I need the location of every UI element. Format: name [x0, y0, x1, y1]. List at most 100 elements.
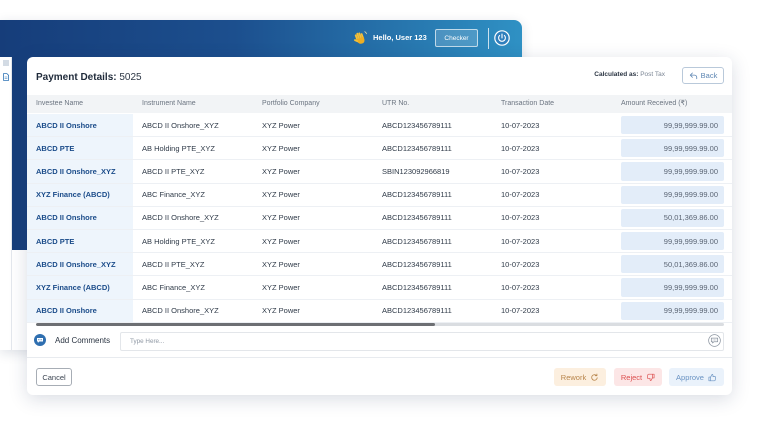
chat-bubbles-icon[interactable]: [708, 334, 721, 347]
instrument-name-text: ABCD II Onshore_XYZ: [142, 213, 219, 223]
transaction-date-text: 10-07-2023: [501, 143, 540, 153]
investee-name-text[interactable]: ABCD II Onshore: [36, 213, 97, 222]
amount-received-text: 99,99,999.99.00: [621, 139, 724, 158]
investee-name-text[interactable]: XYZ Finance (ABCD): [36, 283, 110, 292]
footer-divider: [27, 357, 732, 358]
instrument-name-text: AB Holding PTE_XYZ: [142, 236, 215, 246]
investee-name-cell[interactable]: ABCD PTE: [27, 137, 133, 160]
rework-button[interactable]: Rework: [554, 368, 606, 386]
utr-number-text: ABCD123456789111: [382, 213, 452, 223]
investee-name-cell[interactable]: XYZ Finance (ABCD): [27, 183, 133, 206]
transaction-date-text: 10-07-2023: [501, 190, 540, 200]
thumbs-down-icon: [647, 373, 655, 381]
power-icon[interactable]: [494, 30, 510, 46]
transaction-date-cell: 10-07-2023: [492, 253, 612, 275]
investee-name-cell[interactable]: ABCD II Onshore: [27, 206, 133, 229]
transaction-date-cell: 10-07-2023: [492, 184, 612, 206]
investee-name-text[interactable]: XYZ Finance (ABCD): [36, 190, 110, 199]
cancel-button[interactable]: Cancel: [36, 368, 72, 386]
transaction-date-cell: 10-07-2023: [492, 207, 612, 229]
investee-name-text[interactable]: ABCD II Onshore_XYZ: [36, 260, 116, 269]
payment-id: 5025: [119, 72, 142, 83]
transaction-date-text: 10-07-2023: [501, 282, 540, 292]
instrument-name-cell: ABCD II PTE_XYZ: [133, 160, 253, 182]
amount-received-cell: 99,99,999.99.00: [612, 184, 732, 206]
investee-name-cell[interactable]: ABCD II Onshore_XYZ: [27, 160, 133, 183]
investee-name-text[interactable]: ABCD II Onshore: [36, 306, 97, 315]
portfolio-company-text: XYZ Power: [262, 259, 300, 269]
amount-received-text: 50,01,369.86.00: [621, 208, 724, 227]
utr-number-text: ABCD123456789111: [382, 120, 452, 130]
portfolio-company-cell: XYZ Power: [253, 184, 373, 206]
instrument-name-text: ABC Finance_XYZ: [142, 282, 205, 292]
transaction-date-cell: 10-07-2023: [492, 137, 612, 159]
amount-received-text: 99,99,999.99.00: [621, 185, 724, 204]
header-divider: [488, 28, 489, 49]
utr-number-cell: ABCD123456789111: [373, 253, 492, 275]
portfolio-company-text: XYZ Power: [262, 143, 300, 153]
utr-number-cell: ABCD123456789111: [373, 207, 492, 229]
amount-received-text: 99,99,999.99.00: [621, 231, 724, 251]
amount-received-cell: 99,99,999.99.00: [612, 276, 732, 298]
investee-name-text[interactable]: ABCD PTE: [36, 237, 74, 246]
document-icon[interactable]: [2, 73, 10, 81]
thumbs-up-icon: [708, 373, 716, 381]
calculation-basis: Calculated as: Post Tax: [594, 71, 665, 79]
horizontal-scrollbar-thumb[interactable]: [36, 323, 436, 326]
amount-received-cell: 99,99,999.99.00: [612, 160, 732, 182]
investee-name-cell[interactable]: ABCD PTE: [27, 229, 133, 253]
reject-button[interactable]: Reject: [614, 368, 662, 386]
back-arrow-icon: [689, 72, 697, 80]
investee-name-text[interactable]: ABCD II Onshore_XYZ: [36, 167, 116, 176]
instrument-name-cell: ABCD II PTE_XYZ: [133, 253, 253, 275]
calculation-basis-value: Post Tax: [640, 71, 665, 78]
checker-role-button[interactable]: Checker: [435, 29, 478, 47]
table-row: ABCD II Onshore ABCD II Onshore_XYZ XYZ Po…: [27, 114, 732, 138]
investee-name-cell[interactable]: ABCD II Onshore_XYZ: [27, 253, 133, 276]
investee-name-cell[interactable]: ABCD II Onshore: [27, 114, 133, 137]
portfolio-company-cell: XYZ Power: [253, 114, 373, 136]
instrument-name-text: ABC Finance_XYZ: [142, 190, 205, 200]
instrument-name-cell: ABCD II Onshore_XYZ: [133, 207, 253, 229]
portfolio-company-cell: XYZ Power: [253, 160, 373, 182]
utr-number-text: ABCD123456789111: [382, 306, 452, 316]
column-header-investee-name: Investee Name: [36, 100, 84, 107]
portfolio-company-text: XYZ Power: [262, 213, 300, 223]
portfolio-company-cell: XYZ Power: [253, 253, 373, 275]
investee-name-text[interactable]: ABCD PTE: [36, 144, 74, 153]
transaction-date-cell: 10-07-2023: [492, 230, 612, 252]
instrument-name-cell: AB Holding PTE_XYZ: [133, 230, 253, 252]
transaction-date-cell: 10-07-2023: [492, 300, 612, 322]
utr-number-text: ABCD123456789111: [382, 236, 452, 246]
add-comments-label: Add Comments: [55, 336, 111, 345]
amount-received-text: 99,99,999.99.00: [621, 301, 724, 320]
approve-button-label: Approve: [676, 372, 704, 382]
portfolio-company-text: XYZ Power: [262, 306, 300, 316]
approve-button[interactable]: Approve: [669, 368, 724, 386]
back-button-label: Back: [700, 71, 718, 80]
instrument-name-text: ABCD II PTE_XYZ: [142, 259, 205, 269]
user-greeting: Hello, User 123: [373, 33, 427, 42]
utr-number-cell: ABCD123456789111: [373, 184, 492, 206]
investee-name-cell[interactable]: XYZ Finance (ABCD): [27, 276, 133, 299]
investee-name-cell[interactable]: ABCD II Onshore: [27, 299, 133, 322]
menu-icon[interactable]: [2, 59, 10, 67]
transaction-date-cell: 10-07-2023: [492, 160, 612, 182]
amount-received-cell: 50,01,369.86.00: [612, 253, 732, 275]
table-row: ABCD II Onshore_XYZ ABCD II PTE_XYZ XYZ Po…: [27, 160, 732, 184]
comment-icon: [34, 334, 46, 346]
back-button[interactable]: Back: [682, 67, 724, 84]
portfolio-company-text: XYZ Power: [262, 282, 300, 292]
utr-number-text: ABCD123456789111: [382, 190, 452, 200]
sidebar: [0, 57, 12, 350]
investee-name-text[interactable]: ABCD II Onshore: [36, 121, 97, 130]
table-row: ABCD II Onshore_XYZ ABCD II PTE_XYZ XYZ Po…: [27, 253, 732, 277]
horizontal-scrollbar[interactable]: [36, 323, 724, 326]
comment-input[interactable]: [120, 332, 724, 351]
transaction-date-text: 10-07-2023: [501, 259, 540, 269]
column-header-portfolio-company: Portfolio Company: [262, 100, 320, 107]
reject-button-label: Reject: [620, 372, 643, 382]
amount-received-cell: 99,99,999.99.00: [612, 114, 732, 136]
utr-number-cell: ABCD123456789111: [373, 276, 492, 298]
portfolio-company-cell: XYZ Power: [253, 137, 373, 159]
